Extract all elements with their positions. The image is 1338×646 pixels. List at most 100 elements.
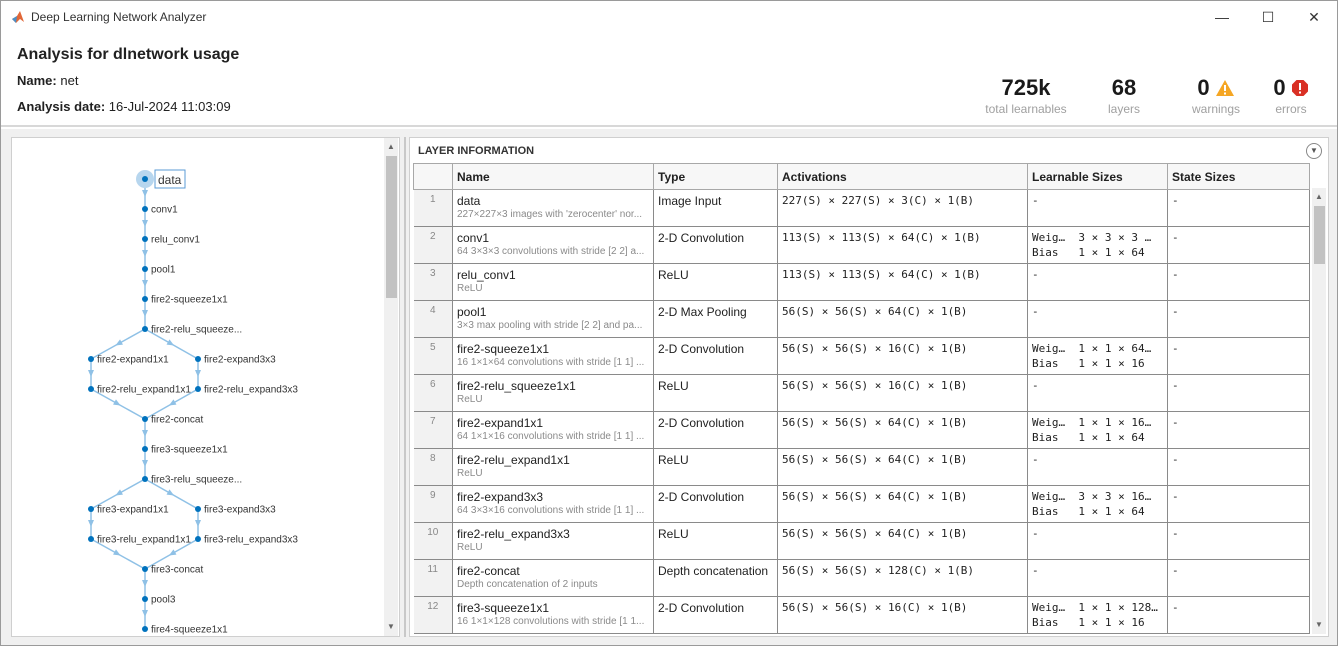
column-header-type[interactable]: Type bbox=[653, 163, 778, 190]
learnable-line: Weig… 1 × 1 × 128… bbox=[1032, 601, 1158, 614]
scroll-up-icon[interactable]: ▲ bbox=[1312, 190, 1326, 204]
graph-node-label[interactable]: fire2-relu_expand3x3 bbox=[204, 385, 298, 396]
graph-node[interactable] bbox=[195, 386, 201, 392]
graph-node[interactable] bbox=[88, 386, 94, 392]
graph-node-label[interactable]: pool1 bbox=[151, 265, 176, 276]
table-row[interactable]: 5 fire2-squeeze1x1 16 1×1×64 convolutions… bbox=[413, 337, 1310, 375]
learnable-line: Weig… 3 × 3 × 3 … bbox=[1032, 231, 1152, 244]
layer-name-cell: data 227×227×3 images with 'zerocenter' n… bbox=[452, 189, 654, 227]
network-graph[interactable]: data conv1 relu_conv1 pool1 fire2-squeeze1x1… bbox=[12, 138, 384, 637]
edge-arrow-icon bbox=[142, 610, 148, 617]
layer-name-cell: fire2-squeeze1x1 16 1×1×64 convolutions w… bbox=[452, 337, 654, 375]
graph-node[interactable] bbox=[142, 446, 148, 452]
graph-node-label[interactable]: data bbox=[158, 173, 182, 187]
layer-type: ReLU bbox=[653, 263, 778, 301]
graph-node[interactable] bbox=[142, 416, 148, 422]
graph-node-label[interactable]: fire2-concat bbox=[151, 415, 203, 426]
graph-node[interactable] bbox=[142, 296, 148, 302]
panel-splitter[interactable] bbox=[404, 137, 406, 637]
graph-node-label[interactable]: fire2-relu_expand1x1 bbox=[97, 385, 191, 396]
graph-node-label[interactable]: fire3-expand1x1 bbox=[97, 505, 169, 516]
table-row[interactable]: 6 fire2-relu_squeeze1x1 ReLU ReLU 56(S) ×… bbox=[413, 374, 1310, 412]
table-row[interactable]: 9 fire2-expand3x3 64 3×3×16 convolutions … bbox=[413, 485, 1310, 523]
table-row[interactable]: 10 fire2-relu_expand3x3 ReLU ReLU 56(S) ×… bbox=[413, 522, 1310, 560]
graph-node-label[interactable]: fire4-squeeze1x1 bbox=[151, 625, 228, 636]
state-sizes: - bbox=[1167, 226, 1310, 264]
table-row[interactable]: 4 pool1 3×3 max pooling with stride [2 2]… bbox=[413, 300, 1310, 338]
graph-node-label[interactable]: fire2-expand1x1 bbox=[97, 355, 169, 366]
graph-node-label[interactable]: fire2-squeeze1x1 bbox=[151, 295, 228, 306]
layer-type: 2-D Convolution bbox=[653, 226, 778, 264]
graph-node-label[interactable]: fire3-relu_squeeze... bbox=[151, 475, 242, 486]
graph-node-label[interactable]: fire3-relu_expand1x1 bbox=[97, 535, 191, 546]
minimize-button[interactable]: — bbox=[1199, 1, 1245, 33]
graph-node[interactable] bbox=[88, 356, 94, 362]
column-header-learnable-sizes[interactable]: Learnable Sizes bbox=[1027, 163, 1168, 190]
table-row[interactable]: 1 data 227×227×3 images with 'zerocenter'… bbox=[413, 189, 1310, 227]
graph-node-label[interactable]: fire3-relu_expand3x3 bbox=[204, 535, 298, 546]
graph-node-label[interactable]: fire2-expand3x3 bbox=[204, 355, 276, 366]
row-index: 10 bbox=[413, 522, 453, 560]
edge-arrow-icon bbox=[166, 489, 175, 496]
stat-label: layers bbox=[1107, 102, 1140, 116]
layer-name-cell: relu_conv1 ReLU bbox=[452, 263, 654, 301]
scroll-thumb[interactable] bbox=[386, 156, 397, 298]
close-button[interactable]: ✕ bbox=[1291, 1, 1337, 33]
graph-node[interactable] bbox=[88, 536, 94, 542]
column-header-state-sizes[interactable]: State Sizes bbox=[1167, 163, 1310, 190]
row-index: 2 bbox=[413, 226, 453, 264]
table-row[interactable]: 11 fire2-concat Depth concatenation of 2 … bbox=[413, 559, 1310, 597]
edge-arrow-icon bbox=[113, 399, 121, 406]
stat-errors[interactable]: 0 errors bbox=[1269, 75, 1313, 116]
layer-name: fire2-expand1x1 bbox=[457, 416, 544, 430]
graph-node[interactable] bbox=[195, 356, 201, 362]
learnable-line: - bbox=[1032, 564, 1039, 577]
graph-node[interactable] bbox=[195, 536, 201, 542]
learnable-line: - bbox=[1032, 379, 1039, 392]
graph-node-label[interactable]: conv1 bbox=[151, 205, 178, 216]
scroll-thumb[interactable] bbox=[1314, 206, 1325, 264]
stat-value: 68 bbox=[1111, 75, 1137, 100]
graph-node[interactable] bbox=[142, 476, 148, 482]
graph-node[interactable] bbox=[142, 326, 148, 332]
activations: 113(S) × 113(S) × 64(C) × 1(B) bbox=[777, 263, 1028, 301]
table-row[interactable]: 7 fire2-expand1x1 64 1×1×16 convolutions … bbox=[413, 411, 1310, 449]
column-header-activations[interactable]: Activations bbox=[777, 163, 1028, 190]
graph-node-label[interactable]: relu_conv1 bbox=[151, 235, 200, 246]
scroll-down-icon[interactable]: ▼ bbox=[1312, 618, 1326, 632]
graph-node[interactable] bbox=[195, 506, 201, 512]
graph-node[interactable] bbox=[142, 176, 148, 182]
collapse-icon[interactable]: ▼ bbox=[1306, 143, 1322, 159]
table-row[interactable]: 12 fire3-squeeze1x1 16 1×1×128 convolutio… bbox=[413, 596, 1310, 634]
layer-description: 64 3×3×3 convolutions with stride [2 2] … bbox=[457, 246, 645, 257]
table-row[interactable]: 2 conv1 64 3×3×3 convolutions with stride… bbox=[413, 226, 1310, 264]
stat-warnings[interactable]: 0 warnings bbox=[1186, 75, 1246, 116]
layer-description: 16 1×1×64 convolutions with stride [1 1]… bbox=[457, 357, 645, 368]
graph-node-label[interactable]: fire3-squeeze1x1 bbox=[151, 445, 228, 456]
graph-node[interactable] bbox=[142, 626, 148, 632]
layer-name-cell: fire2-relu_expand3x3 ReLU bbox=[452, 522, 654, 560]
graph-node-label[interactable]: pool3 bbox=[151, 595, 176, 606]
graph-node[interactable] bbox=[142, 206, 148, 212]
graph-node[interactable] bbox=[142, 596, 148, 602]
table-row[interactable]: 8 fire2-relu_expand1x1 ReLU ReLU 56(S) × … bbox=[413, 448, 1310, 486]
table-scrollbar[interactable]: ▲ ▼ bbox=[1312, 188, 1326, 634]
column-header-name[interactable]: Name bbox=[452, 163, 654, 190]
graph-node-label[interactable]: fire3-expand3x3 bbox=[204, 505, 276, 516]
table-row[interactable]: 3 relu_conv1 ReLU ReLU 113(S) × 113(S) × … bbox=[413, 263, 1310, 301]
graph-scrollbar[interactable]: ▲ ▼ bbox=[384, 138, 398, 636]
graph-node-label[interactable]: fire2-relu_squeeze... bbox=[151, 325, 242, 336]
column-header-index[interactable] bbox=[413, 163, 453, 190]
maximize-button[interactable]: ☐ bbox=[1245, 1, 1291, 33]
layer-name-cell: fire2-concat Depth concatenation of 2 inp… bbox=[452, 559, 654, 597]
graph-node[interactable] bbox=[142, 266, 148, 272]
graph-node[interactable] bbox=[88, 506, 94, 512]
graph-node[interactable] bbox=[142, 566, 148, 572]
learnable-sizes: Weig… 1 × 1 × 16… Bias 1 × 1 × 64 bbox=[1027, 411, 1168, 449]
scroll-up-icon[interactable]: ▲ bbox=[384, 140, 398, 154]
state-sizes: - bbox=[1167, 374, 1310, 412]
network-graph-panel[interactable]: data conv1 relu_conv1 pool1 fire2-squeeze1x1… bbox=[11, 137, 400, 637]
scroll-down-icon[interactable]: ▼ bbox=[384, 620, 398, 634]
graph-node[interactable] bbox=[142, 236, 148, 242]
graph-node-label[interactable]: fire3-concat bbox=[151, 565, 203, 576]
